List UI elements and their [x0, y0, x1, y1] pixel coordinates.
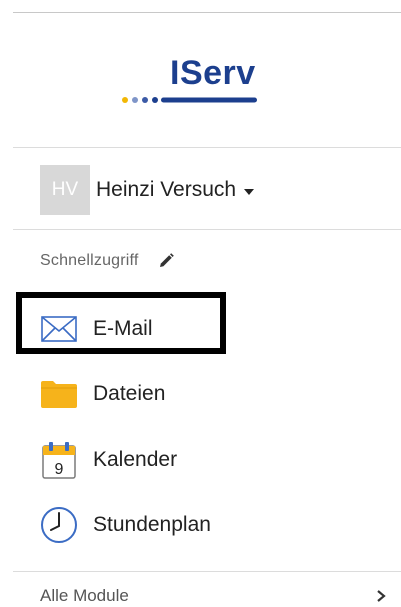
user-name: Heinzi Versuch [96, 178, 237, 201]
caret-down-icon [244, 188, 255, 195]
quick-access-label: Schnellzugriff [40, 252, 139, 269]
nav-item-label: Stundenplan [93, 513, 211, 536]
avatar: HV [40, 165, 90, 215]
logo-dots-icon [122, 97, 257, 103]
iserv-logo[interactable]: IServ [118, 52, 258, 108]
divider [13, 147, 401, 148]
calendar-day: 9 [55, 461, 64, 478]
calendar-icon: 9 [40, 441, 78, 479]
sidebar: IServ HV Heinzi Versuch Schnellzugriff E… [0, 0, 401, 607]
chevron-right-icon [377, 590, 386, 602]
nav-item-label: E-Mail [93, 317, 153, 340]
divider [13, 571, 401, 572]
nav-item-files[interactable]: Dateien [40, 374, 165, 414]
all-modules-link[interactable]: Alle Module [40, 586, 390, 606]
quick-access-header: Schnellzugriff [40, 252, 175, 270]
nav-item-calendar[interactable]: 9 Kalender [40, 440, 177, 480]
top-divider [13, 12, 401, 13]
nav-item-timetable[interactable]: Stundenplan [40, 505, 211, 545]
user-menu[interactable]: HV Heinzi Versuch [40, 165, 255, 215]
clock-icon [40, 506, 78, 544]
folder-icon [40, 375, 78, 413]
logo-text: IServ [170, 54, 256, 92]
all-modules-label: Alle Module [40, 586, 129, 605]
nav-item-email[interactable]: E-Mail [40, 309, 153, 349]
nav-item-label: Kalender [93, 448, 178, 471]
envelope-icon [40, 310, 78, 348]
pencil-icon[interactable] [157, 252, 175, 270]
nav-item-label: Dateien [93, 382, 166, 405]
divider [13, 229, 401, 230]
